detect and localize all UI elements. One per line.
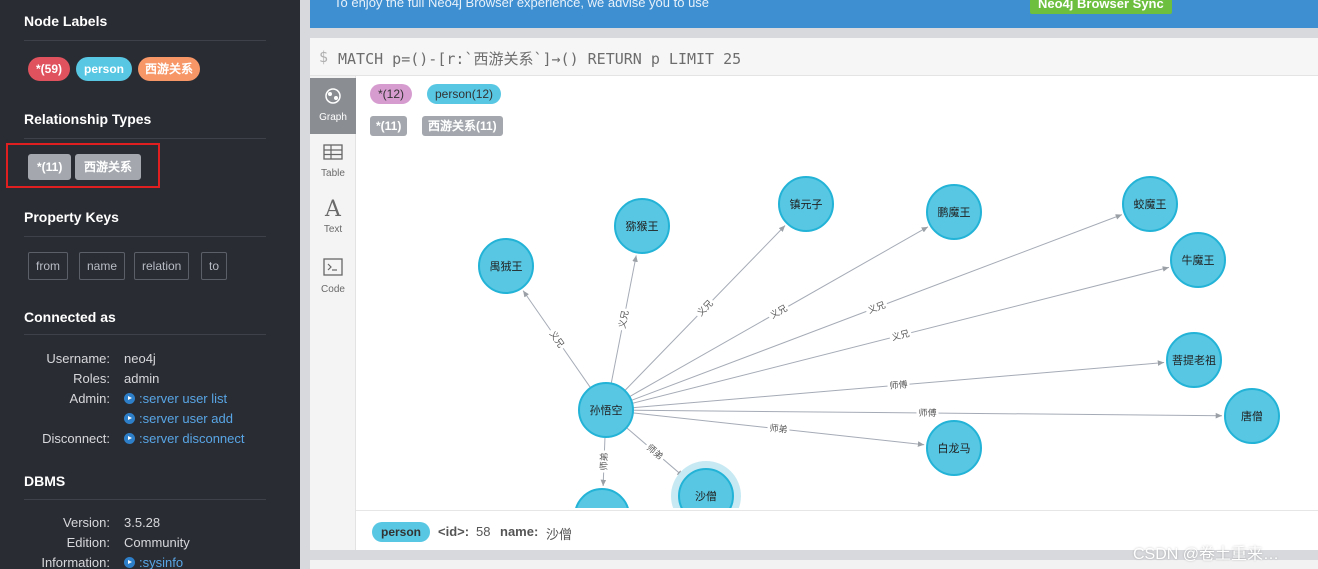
sidebar: Node Labels *(59) person 西游关系 Relationsh… [0, 0, 300, 569]
text-icon: A [325, 197, 341, 222]
sysinfo-link[interactable]: :sysinfo [124, 555, 183, 569]
property-key-name[interactable]: name [79, 252, 126, 280]
connected-as-title: Connected as [24, 309, 116, 325]
divider [24, 138, 266, 139]
play-icon [124, 557, 135, 568]
node-label: 菩提老祖 [1172, 353, 1216, 367]
link-text: :server user add [139, 411, 233, 426]
relationship-types-title: Relationship Types [24, 111, 152, 127]
node-label: 牛魔王 [1182, 253, 1215, 267]
tab-text[interactable]: A Text [310, 192, 356, 248]
property-keys-title: Property Keys [24, 209, 119, 225]
node-labels-title: Node Labels [24, 13, 108, 29]
tab-table-label: Table [321, 168, 345, 179]
roles-value: admin [124, 371, 160, 386]
node-label: 猕猴王 [626, 219, 659, 233]
link-text: :sysinfo [139, 555, 184, 569]
node-label: 鹏魔王 [938, 205, 971, 219]
node-label: 镇元子 [790, 197, 823, 211]
tab-code-label: Code [321, 284, 345, 295]
graph-canvas[interactable]: 义兄义兄义兄 义兄 义兄义兄师傅师傅师弟师弟师弟 孙悟空禺狨王猕猴王镇元子鹏魔王蛟魔… [356, 76, 1318, 508]
node-label: 白龙马 [938, 441, 971, 455]
version-value: 3.5.28 [124, 515, 161, 530]
node-label: 禺狨王 [490, 260, 523, 273]
label-pill-xiyou[interactable]: 西游关系 [138, 57, 201, 81]
graph-icon [310, 86, 356, 110]
tab-graph[interactable]: Graph [310, 78, 356, 134]
result-frame: $ MATCH p=()-[r:`西游关系`]→() RETURN p LIMI… [310, 38, 1318, 550]
divider [24, 236, 266, 237]
id-key: <id>: [438, 524, 470, 539]
divider [24, 499, 266, 500]
divider [24, 40, 266, 41]
selected-label-pill[interactable]: person [372, 522, 431, 542]
query-bar[interactable]: $ MATCH p=()-[r:`西游关系`]→() RETURN p LIMI… [310, 38, 1318, 76]
edge-label: 师傅 [918, 407, 936, 419]
property-key-from[interactable]: from [28, 252, 68, 280]
label-pill-person[interactable]: person [76, 57, 133, 81]
code-icon [310, 258, 356, 282]
node-label: 蛟魔王 [1134, 197, 1167, 211]
admin-label: Admin: [69, 391, 110, 406]
edge-label: 师弟 [598, 452, 611, 470]
server-user-add-link[interactable]: :server user add [124, 411, 233, 426]
property-key-to[interactable]: to [201, 252, 228, 280]
tab-table[interactable]: Table [310, 136, 356, 192]
play-icon [124, 393, 135, 404]
server-disconnect-link[interactable]: :server disconnect [124, 431, 245, 446]
query-text[interactable]: MATCH p=()-[r:`西游关系`]→() RETURN p LIMIT … [338, 48, 741, 69]
node-label: 唐僧 [1241, 409, 1263, 423]
id-value: 58 [476, 524, 491, 539]
browser-sync-button[interactable]: Neo4j Browser Sync [1030, 0, 1172, 14]
node-label: 沙僧 [695, 490, 717, 503]
edition-label: Edition: [66, 535, 110, 550]
version-label: Version: [63, 515, 110, 530]
tab-graph-label: Graph [319, 112, 347, 123]
link-text: :server user list [139, 391, 228, 406]
watermark: CSDN @卷土重来… [1133, 546, 1280, 563]
roles-label: Roles: [73, 371, 110, 386]
server-user-list-link[interactable]: :server user list [124, 391, 227, 406]
banner-text: To enjoy the full Neo4j Browser experien… [334, 0, 710, 10]
divider [24, 334, 266, 335]
link-text: :server disconnect [139, 431, 245, 446]
node-label: 孙悟空 [590, 403, 623, 417]
tab-text-label: Text [323, 224, 343, 235]
dbms-title: DBMS [24, 473, 66, 489]
name-key: name: [500, 524, 539, 539]
disconnect-label: Disconnect: [42, 431, 110, 446]
edge-label: 义兄 [866, 300, 887, 317]
sync-banner: To enjoy the full Neo4j Browser experien… [310, 0, 1318, 28]
play-icon [124, 413, 135, 424]
highlight-box [6, 143, 160, 188]
edition-value: Community [124, 535, 190, 550]
play-icon [124, 433, 135, 444]
property-key-relation[interactable]: relation [134, 252, 190, 280]
information-label: Information: [41, 555, 110, 569]
name-value: 沙僧 [546, 527, 573, 542]
label-pill-all[interactable]: *(59) [28, 57, 71, 81]
tab-code[interactable]: Code [310, 252, 356, 308]
view-switcher: Graph Table A Text Code [310, 76, 356, 550]
edge-label: 义兄 [891, 328, 911, 343]
username-value: neo4j [124, 351, 156, 366]
graph-node[interactable] [575, 488, 629, 508]
table-icon [310, 142, 356, 166]
username-label: Username: [46, 351, 110, 366]
prompt-symbol: $ [319, 48, 329, 66]
